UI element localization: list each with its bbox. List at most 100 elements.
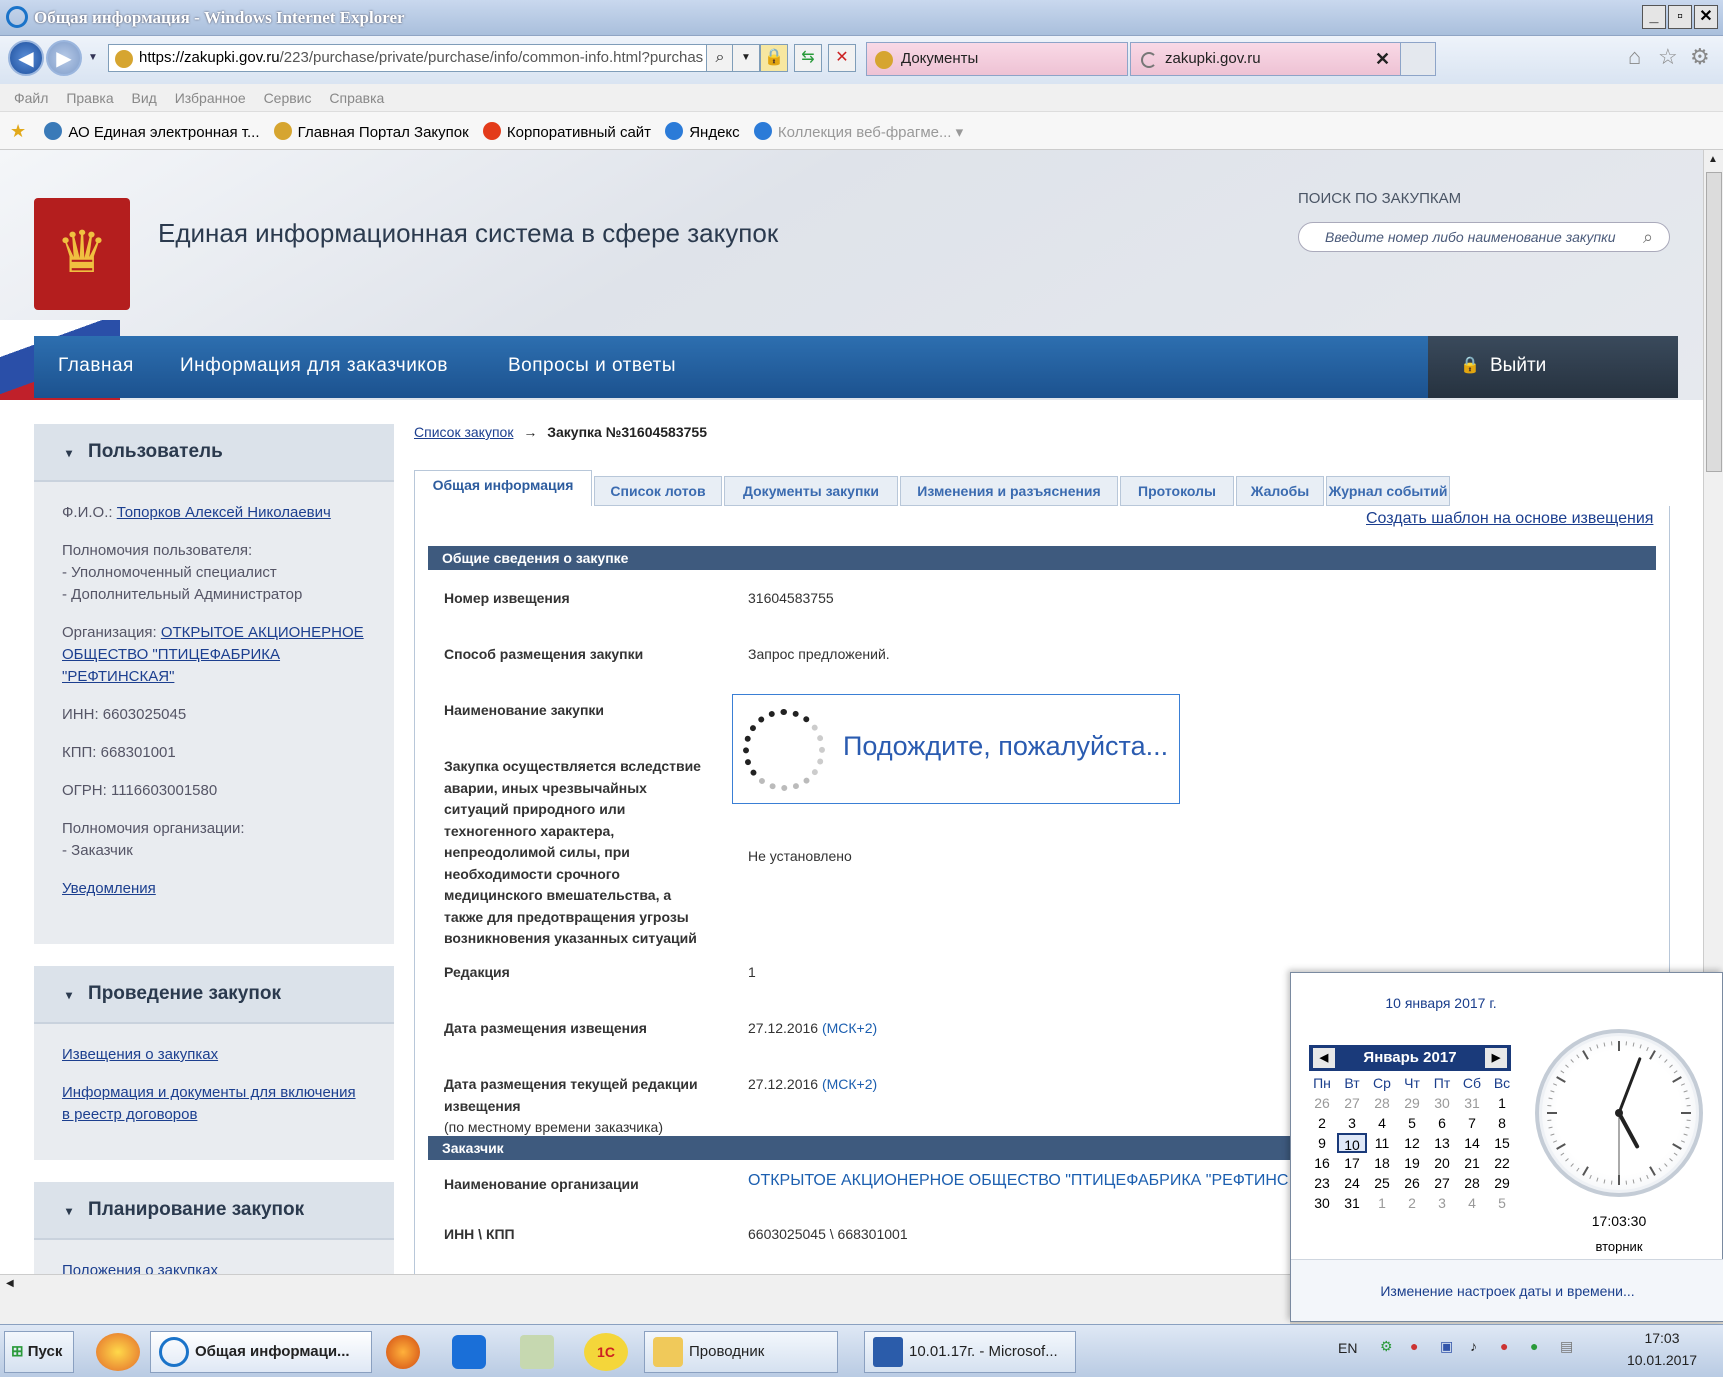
home-icon[interactable]: ⌂: [1628, 44, 1641, 70]
calendar-day[interactable]: 3: [1427, 1193, 1457, 1213]
calendar-day[interactable]: 30: [1307, 1193, 1337, 1213]
calendar-day[interactable]: 31: [1457, 1093, 1487, 1113]
calendar-day[interactable]: 6: [1427, 1113, 1457, 1133]
tray-icon[interactable]: ●: [1500, 1338, 1508, 1354]
volume-icon[interactable]: ♪: [1470, 1338, 1477, 1354]
tray-icon[interactable]: ●: [1530, 1338, 1538, 1354]
prev-month-button[interactable]: ◀: [1313, 1048, 1335, 1068]
history-dropdown-icon[interactable]: ▼: [88, 52, 98, 63]
tray-time[interactable]: 17:03: [1632, 1330, 1692, 1346]
calendar-day[interactable]: 29: [1487, 1173, 1517, 1193]
calendar-day[interactable]: 10: [1337, 1133, 1367, 1153]
taskbar-item-explorer[interactable]: Проводник: [644, 1331, 838, 1373]
calendar-day[interactable]: 27: [1337, 1093, 1367, 1113]
calendar-day[interactable]: 4: [1367, 1113, 1397, 1133]
forward-button[interactable]: ▶: [46, 40, 82, 76]
calendar-day[interactable]: 31: [1337, 1193, 1367, 1213]
purchase-search-input[interactable]: Введите номер либо наименование закупки …: [1298, 222, 1670, 252]
calendar-day[interactable]: 27: [1427, 1173, 1457, 1193]
favorite-link[interactable]: Главная Портал Закупок: [273, 114, 469, 152]
full-date[interactable]: 10 января 2017 г.: [1291, 995, 1591, 1011]
calendar-day[interactable]: 11: [1367, 1133, 1397, 1153]
minimize-button[interactable]: _: [1642, 5, 1666, 29]
address-input[interactable]: https://zakupki.gov.ru/223/purchase/priv…: [108, 44, 748, 72]
network-icon[interactable]: ▣: [1440, 1338, 1453, 1355]
notifications-link[interactable]: Уведомления: [62, 880, 156, 897]
1c-icon[interactable]: 1С: [584, 1333, 628, 1371]
settings-gear-icon[interactable]: ⚙: [1690, 44, 1710, 70]
calendar-day[interactable]: 7: [1457, 1113, 1487, 1133]
calendar-day[interactable]: 28: [1457, 1173, 1487, 1193]
calendar-day[interactable]: 5: [1487, 1193, 1517, 1213]
calendar-day[interactable]: 8: [1487, 1113, 1517, 1133]
calendar-day[interactable]: 2: [1307, 1113, 1337, 1133]
nav-faq[interactable]: Вопросы и ответы: [508, 336, 676, 396]
tab-changes[interactable]: Изменения и разъяснения: [900, 476, 1118, 506]
tab-documents[interactable]: Документы закупки: [724, 476, 898, 506]
sidebar-user-header[interactable]: ▾ Пользователь: [34, 424, 394, 482]
calendar-day[interactable]: 1: [1487, 1093, 1517, 1113]
favorite-link[interactable]: Яндекс: [665, 114, 740, 152]
menu-file[interactable]: Файл: [14, 90, 48, 106]
calendar-day[interactable]: 12: [1397, 1133, 1427, 1153]
calendar-day[interactable]: 5: [1397, 1113, 1427, 1133]
sidebar-conduct-header[interactable]: ▾ Проведение закупок: [34, 966, 394, 1024]
sidebar-planning-header[interactable]: ▾ Планирование закупок: [34, 1182, 394, 1240]
calendar-day[interactable]: 30: [1427, 1093, 1457, 1113]
calendar-day[interactable]: 4: [1457, 1193, 1487, 1213]
calendar-day[interactable]: 17: [1337, 1153, 1367, 1173]
calendar-day[interactable]: 14: [1457, 1133, 1487, 1153]
search-icon[interactable]: ⌕: [1643, 223, 1653, 251]
nav-home[interactable]: Главная: [58, 336, 134, 396]
calendar-day[interactable]: 19: [1397, 1153, 1427, 1173]
tab-protocols[interactable]: Протоколы: [1120, 476, 1234, 506]
browser-tab-documents[interactable]: Документы: [866, 42, 1128, 76]
calendar-day[interactable]: 15: [1487, 1133, 1517, 1153]
horizontal-scrollbar[interactable]: ◀: [0, 1274, 1290, 1294]
favorite-link[interactable]: АО Единая электронная т...: [44, 114, 260, 152]
stop-icon[interactable]: ✕: [828, 44, 856, 72]
calendar-day[interactable]: 21: [1457, 1153, 1487, 1173]
favorites-star-icon[interactable]: ☆: [1658, 44, 1678, 70]
calendar-day[interactable]: 26: [1307, 1093, 1337, 1113]
menu-favorites[interactable]: Избранное: [175, 90, 246, 106]
address-dropdown-icon[interactable]: ▼: [732, 44, 760, 72]
calendar-day[interactable]: 3: [1337, 1113, 1367, 1133]
taskbar-item-word[interactable]: 10.01.17г. - Microsof...: [864, 1331, 1076, 1373]
tab-event-log[interactable]: Журнал событий: [1326, 476, 1450, 506]
new-tab-button[interactable]: [1400, 42, 1436, 76]
tray-date[interactable]: 10.01.2017: [1614, 1352, 1710, 1368]
calendar-day[interactable]: 20: [1427, 1153, 1457, 1173]
calendar-day[interactable]: 28: [1367, 1093, 1397, 1113]
menu-edit[interactable]: Правка: [66, 90, 113, 106]
breadcrumb-list-link[interactable]: Список закупок: [414, 424, 513, 440]
tool-icon[interactable]: [520, 1335, 554, 1369]
user-name-link[interactable]: Топорков Алексей Николаевич: [117, 504, 331, 521]
calendar-day[interactable]: 29: [1397, 1093, 1427, 1113]
favorite-link[interactable]: Корпоративный сайт: [482, 114, 651, 152]
calendar-day[interactable]: 25: [1367, 1173, 1397, 1193]
maximize-button[interactable]: ▫: [1668, 5, 1692, 29]
calendar-day[interactable]: 22: [1487, 1153, 1517, 1173]
tray-icon[interactable]: ●: [1410, 1338, 1418, 1354]
tab-general-info[interactable]: Общая информация: [414, 470, 592, 510]
purchase-notices-link[interactable]: Извещения о закупках: [62, 1046, 218, 1063]
calendar-day[interactable]: 13: [1427, 1133, 1457, 1153]
menu-help[interactable]: Справка: [329, 90, 384, 106]
calendar-day[interactable]: 23: [1307, 1173, 1337, 1193]
language-indicator[interactable]: EN: [1338, 1340, 1357, 1356]
calendar-day[interactable]: 24: [1337, 1173, 1367, 1193]
close-tab-icon[interactable]: ✕: [1375, 43, 1390, 75]
calendar-month[interactable]: Январь 2017: [1363, 1049, 1456, 1066]
calendar-day[interactable]: 1: [1367, 1193, 1397, 1213]
favorites-add-icon[interactable]: ★: [10, 121, 26, 141]
firefox-icon[interactable]: [386, 1335, 420, 1369]
create-template-link[interactable]: Создать шаблон на основе извещения: [1366, 510, 1653, 528]
change-datetime-link[interactable]: Изменение настроек даты и времени...: [1291, 1259, 1723, 1321]
start-button[interactable]: ⊞ Пуск: [4, 1331, 74, 1373]
calendar-day[interactable]: 9: [1307, 1133, 1337, 1153]
calendar-day[interactable]: 2: [1397, 1193, 1427, 1213]
procurement-regulations-link[interactable]: Положения о закупках: [62, 1262, 218, 1274]
logout-button[interactable]: 🔒 Выйти: [1428, 336, 1678, 398]
scroll-up-icon[interactable]: ▲: [1708, 154, 1718, 165]
